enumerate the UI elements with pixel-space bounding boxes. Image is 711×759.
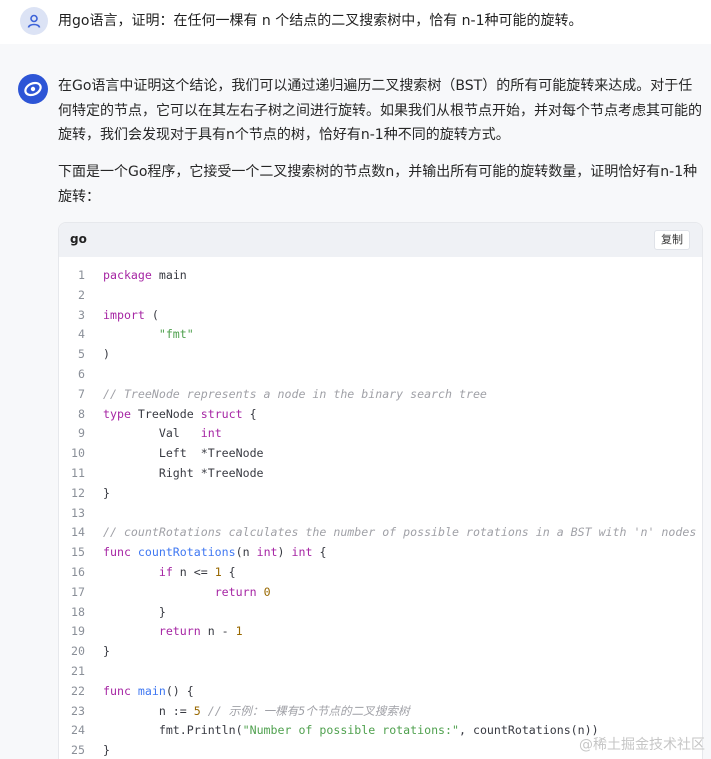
code-line: 22 func main() { [59, 682, 702, 702]
code-line-content: type TreeNode struct { [103, 406, 257, 421]
line-number: 18 [71, 604, 85, 619]
line-number: 8 [78, 406, 85, 421]
code-line: 7 // TreeNode represents a node in the bi… [59, 385, 702, 405]
line-number: 15 [71, 545, 85, 560]
assistant-logo-icon [24, 81, 42, 97]
line-number: 1 [78, 268, 85, 282]
code-line-content: if n <= 1 { [158, 564, 236, 579]
code-line-content: import ( [103, 307, 159, 322]
code-line-content: Left *TreeNode [103, 446, 264, 461]
user-message-text: 用go语言，证明：在任何一棵有 n 个结点的二叉搜索树中，恰有 n-1种可能的旋… [58, 13, 583, 29]
code-line: 23 n := 5 // 示例：一棵有5个节点的二叉搜索树 [59, 702, 702, 722]
code-line-content: "fmt" [158, 327, 194, 342]
code-line-content: func countRotations(n int) int { [103, 545, 327, 560]
answer-paragraph-2: 下面是一个Go程序，它接受一个二叉搜索树的节点数n，并输出所有可能的旋转数量，证… [58, 164, 698, 205]
line-number: 10 [71, 446, 85, 461]
code-line: 4 "fmt" [59, 325, 702, 345]
code-line: 17 return 0 [59, 583, 702, 603]
code-line-content: // countRotations calculates the number … [103, 525, 697, 540]
code-line-content: // TreeNode represents a node in the bin… [103, 386, 487, 401]
code-line-content: } [103, 743, 110, 758]
line-number: 25 [71, 743, 85, 758]
line-number: 24 [71, 723, 85, 738]
line-number: 9 [78, 426, 85, 441]
code-line-content: Right *TreeNode [103, 465, 264, 480]
user-avatar [20, 7, 48, 35]
code-line: 21 [59, 662, 702, 682]
code-line-content: return 0 [214, 584, 271, 599]
line-number: 11 [71, 465, 85, 480]
code-line: 11 Right *TreeNode [59, 464, 702, 484]
code-block: go 复制 1 package main 2 3 import (4 "fmt" 5) 6 7… [58, 222, 703, 759]
code-line: 20} [59, 642, 702, 662]
copy-button[interactable]: 复制 [654, 230, 690, 250]
code-line: 19 return n - 1 [59, 622, 702, 642]
line-number: 13 [71, 505, 85, 520]
code-line-content: } [103, 644, 110, 659]
code-line: 6 [59, 365, 702, 385]
line-number: 4 [78, 327, 85, 342]
code-line: 10 Left *TreeNode [59, 444, 702, 464]
code-line: 16 if n <= 1 { [59, 563, 702, 583]
code-line: 8 type TreeNode struct { [59, 405, 702, 425]
line-number: 7 [78, 386, 85, 401]
code-language-label: go [70, 232, 87, 246]
watermark: @稀土掘金技术社区 [579, 737, 705, 753]
code-line: 1 package main [59, 266, 702, 286]
line-number: 16 [71, 564, 85, 579]
answer-paragraph-1: 在Go语言中证明这个结论，我们可以通过递归遍历二叉搜索树（BST）的所有可能旋转… [58, 78, 702, 143]
code-line-content: Val int [103, 426, 222, 441]
code-line-content: func main() { [103, 683, 194, 698]
code-line: 3 import ( [59, 306, 702, 326]
code-line-content: } [103, 604, 166, 619]
assistant-avatar [18, 74, 48, 104]
line-number: 2 [78, 287, 85, 302]
code-line: 2 [59, 286, 702, 306]
assistant-answer: 在Go语言中证明这个结论，我们可以通过递归遍历二叉搜索树（BST）的所有可能旋转… [0, 54, 711, 759]
code-line-content: fmt.Println("Number of possible rotation… [103, 723, 599, 738]
code-line-content: return n - 1 [158, 624, 243, 639]
line-number: 14 [71, 525, 85, 540]
code-line: 5) [59, 345, 702, 365]
line-number: 12 [71, 485, 85, 500]
code-line-content: } [103, 485, 110, 500]
line-number: 3 [78, 307, 85, 322]
line-number: 20 [71, 644, 85, 659]
user-icon [27, 14, 41, 28]
line-number: 17 [71, 584, 85, 599]
code-line-content: ) [103, 347, 110, 362]
user-message: 用go语言，证明：在任何一棵有 n 个结点的二叉搜索树中，恰有 n-1种可能的旋… [0, 0, 711, 44]
line-number: 23 [71, 703, 85, 718]
line-number: 22 [71, 683, 85, 698]
code-line: 13 [59, 504, 702, 524]
code-line-content: n := 5 // 示例：一棵有5个节点的二叉搜索树 [103, 703, 410, 718]
code-line: 9 Val int [59, 424, 702, 444]
line-number: 21 [71, 663, 85, 678]
line-number: 19 [71, 624, 85, 639]
code-line: 12} [59, 484, 702, 504]
line-number: 5 [78, 347, 85, 362]
code-line: 15 func countRotations(n int) int { [59, 543, 702, 563]
code-line: 14 // countRotations calculates the numbe… [59, 523, 702, 543]
code-line-content: package main [103, 268, 187, 282]
code-line: 18 } [59, 603, 702, 623]
code-header: go 复制 [59, 223, 702, 257]
code-body: 1 package main 2 3 import (4 "fmt" 5) 6 7// Tre… [59, 266, 702, 759]
line-number: 6 [78, 366, 85, 381]
